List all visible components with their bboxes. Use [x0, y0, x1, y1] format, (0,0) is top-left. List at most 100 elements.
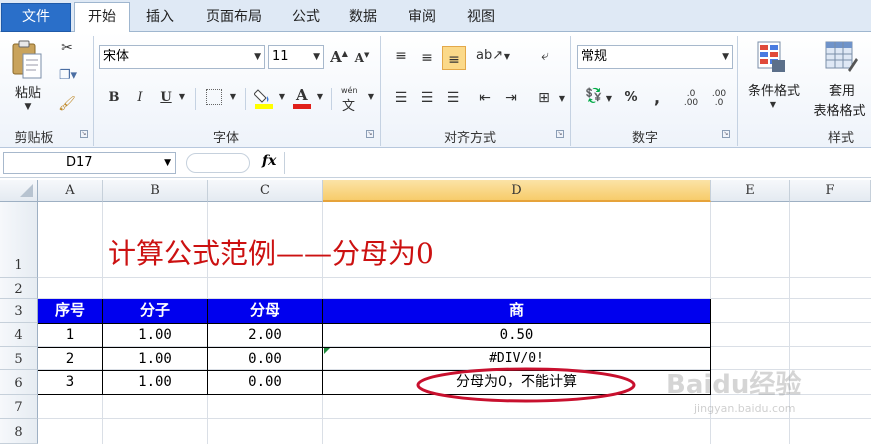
- column-header-d[interactable]: D: [323, 180, 711, 202]
- font-color-icon[interactable]: A: [292, 86, 312, 110]
- merge-center-icon[interactable]: ⊞: [534, 90, 554, 106]
- column-header-a[interactable]: A: [38, 180, 103, 202]
- format-as-table-icon[interactable]: [824, 40, 858, 74]
- borders-icon[interactable]: [206, 89, 222, 105]
- ribbon-separator: [737, 36, 738, 146]
- orientation-icon[interactable]: ab↗: [476, 48, 503, 63]
- row-header-8[interactable]: 8: [0, 419, 38, 444]
- conditional-formatting-icon[interactable]: [756, 40, 786, 74]
- number-launcher-icon[interactable]: ↘: [722, 130, 730, 138]
- chevron-down-icon[interactable]: ▼: [228, 92, 238, 101]
- select-all-button[interactable]: [0, 180, 38, 202]
- chevron-down-icon[interactable]: ▼: [604, 94, 614, 103]
- table-cell[interactable]: 0.00: [208, 371, 322, 394]
- table-cell[interactable]: 0.00: [208, 348, 322, 370]
- tab-data[interactable]: 数据: [339, 6, 387, 28]
- format-painter-icon[interactable]: 🖌: [58, 96, 76, 114]
- row-header-6[interactable]: 6: [0, 370, 38, 395]
- comma-style-button[interactable]: ,: [650, 88, 664, 107]
- chevron-down-icon[interactable]: ▼: [768, 100, 778, 109]
- tab-page-layout[interactable]: 页面布局: [194, 6, 274, 28]
- font-size-combo[interactable]: 11 ▼: [268, 45, 324, 69]
- align-middle-icon[interactable]: ≡: [418, 50, 436, 66]
- name-box[interactable]: D17 ▼: [3, 152, 176, 174]
- column-header-b[interactable]: B: [103, 180, 208, 202]
- paste-icon[interactable]: [10, 38, 44, 82]
- row-header-7[interactable]: 7: [0, 395, 38, 419]
- format-as-table-label-2[interactable]: 表格格式: [808, 100, 871, 119]
- format-as-table-label-1[interactable]: 套用: [818, 80, 866, 99]
- row-header-2[interactable]: 2: [0, 278, 38, 299]
- number-format-combo[interactable]: 常规 ▼: [577, 45, 733, 69]
- tab-home[interactable]: 开始: [74, 2, 130, 33]
- table-cell[interactable]: 3: [38, 371, 102, 394]
- header-cell-index[interactable]: 序号: [38, 299, 103, 323]
- header-cell-numerator[interactable]: 分子: [103, 299, 208, 323]
- percent-style-button[interactable]: %: [622, 90, 640, 105]
- bold-button[interactable]: B: [106, 90, 122, 105]
- align-left-icon[interactable]: ☰: [392, 90, 410, 106]
- font-name-combo[interactable]: 宋体 ▼: [99, 45, 265, 69]
- chevron-down-icon[interactable]: ▼: [366, 92, 376, 101]
- table-cell[interactable]: 1.00: [103, 324, 207, 347]
- grow-font-icon[interactable]: A▲: [330, 48, 348, 66]
- italic-button[interactable]: I: [132, 90, 148, 105]
- sheet-title[interactable]: 计算公式范例——分母为0: [108, 236, 708, 272]
- font-launcher-icon[interactable]: ↘: [366, 130, 374, 138]
- insert-function-icon[interactable]: fx: [262, 153, 276, 169]
- error-indicator-icon[interactable]: [324, 348, 330, 354]
- column-header-c[interactable]: C: [208, 180, 323, 202]
- tab-view[interactable]: 视图: [457, 6, 505, 28]
- formula-input[interactable]: [284, 152, 870, 174]
- alignment-launcher-icon[interactable]: ↘: [556, 130, 564, 138]
- table-cell[interactable]: 1.00: [103, 371, 207, 394]
- paste-button[interactable]: 粘贴: [6, 82, 50, 101]
- increase-indent-icon[interactable]: ⇥: [502, 90, 520, 106]
- font-name-value: 宋体: [103, 49, 130, 64]
- paste-dropdown-icon[interactable]: ▼: [20, 102, 36, 112]
- table-cell[interactable]: 1.00: [103, 348, 207, 370]
- accounting-format-icon[interactable]: 💱: [584, 88, 604, 104]
- tab-formulas[interactable]: 公式: [283, 6, 329, 28]
- increase-decimal-icon[interactable]: .0.00: [680, 90, 702, 108]
- align-right-icon[interactable]: ☰: [444, 90, 462, 106]
- header-cell-denominator[interactable]: 分母: [208, 299, 323, 323]
- wrap-text-icon[interactable]: ⤶: [536, 48, 554, 64]
- shrink-font-icon[interactable]: A▼: [353, 50, 371, 65]
- font-size-value: 11: [272, 49, 289, 64]
- row-header-4[interactable]: 4: [0, 323, 38, 347]
- chevron-down-icon[interactable]: ▼: [277, 92, 287, 101]
- table-cell[interactable]: 2: [38, 348, 102, 370]
- table-cell[interactable]: 1: [38, 324, 102, 347]
- cut-icon[interactable]: ✂: [58, 40, 76, 58]
- column-header-e[interactable]: E: [711, 180, 790, 202]
- row-header-5[interactable]: 5: [0, 347, 38, 370]
- row-header-1[interactable]: 1: [0, 202, 38, 278]
- table-cell[interactable]: 2.00: [208, 324, 322, 347]
- align-center-icon[interactable]: ☰: [418, 90, 436, 106]
- header-cell-quotient[interactable]: 商: [323, 299, 711, 323]
- tab-insert[interactable]: 插入: [136, 6, 184, 28]
- decrease-indent-icon[interactable]: ⇤: [476, 90, 494, 106]
- align-top-icon[interactable]: ≡: [392, 48, 410, 64]
- chevron-down-icon[interactable]: ▼: [177, 92, 187, 101]
- clipboard-launcher-icon[interactable]: ↘: [80, 130, 88, 138]
- underline-button[interactable]: U: [158, 90, 174, 105]
- formula-bar-divider[interactable]: [186, 153, 250, 173]
- copy-icon[interactable]: ❐▾: [56, 68, 80, 86]
- tab-review[interactable]: 审阅: [398, 6, 446, 28]
- table-cell[interactable]: 0.50: [323, 324, 710, 347]
- conditional-formatting-button[interactable]: 条件格式: [740, 80, 808, 99]
- row-header-3[interactable]: 3: [0, 299, 38, 323]
- chevron-down-icon[interactable]: ▼: [315, 92, 325, 101]
- file-tab[interactable]: 文件: [1, 3, 71, 32]
- font-group-label: 字体: [212, 131, 239, 146]
- fill-color-icon[interactable]: [253, 86, 274, 110]
- chevron-down-icon[interactable]: ▼: [502, 52, 512, 61]
- column-header-f[interactable]: F: [790, 180, 871, 202]
- phonetic-guide-icon[interactable]: wén 文: [338, 86, 364, 114]
- chevron-down-icon[interactable]: ▼: [557, 94, 567, 103]
- align-bottom-icon[interactable]: ≡: [442, 46, 466, 70]
- number-group-label: 数字: [631, 131, 658, 146]
- decrease-decimal-icon[interactable]: .00.0: [708, 90, 730, 108]
